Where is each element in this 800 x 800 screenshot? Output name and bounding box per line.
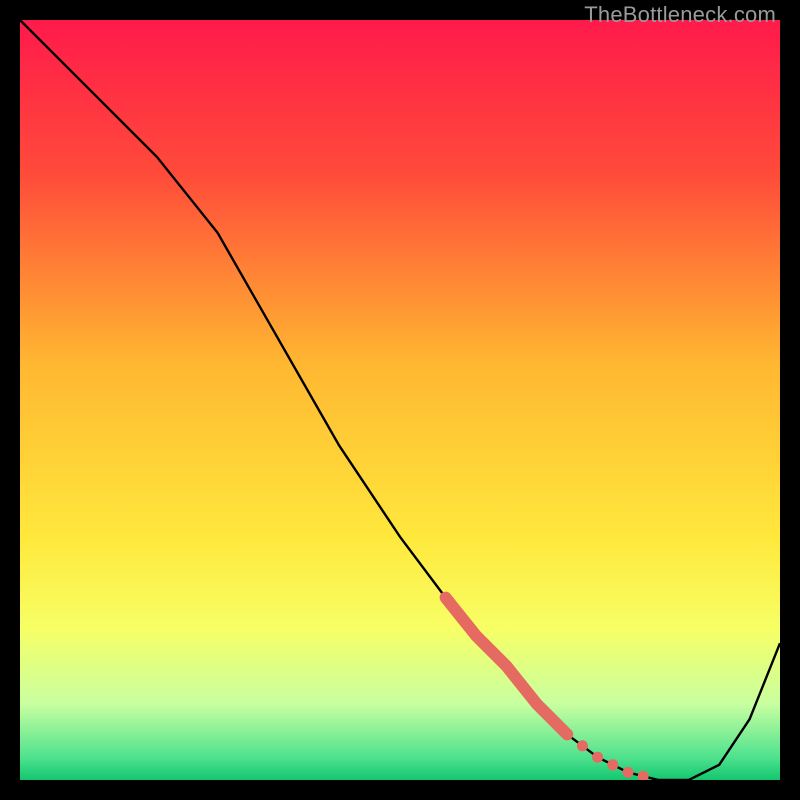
highlight-dot [592,752,603,763]
highlight-dot [577,740,588,751]
highlight-dot [623,767,634,778]
highlight-dot [607,759,618,770]
chart-frame [20,20,780,780]
chart-plot [20,20,780,780]
watermark-text: TheBottleneck.com [584,2,776,28]
